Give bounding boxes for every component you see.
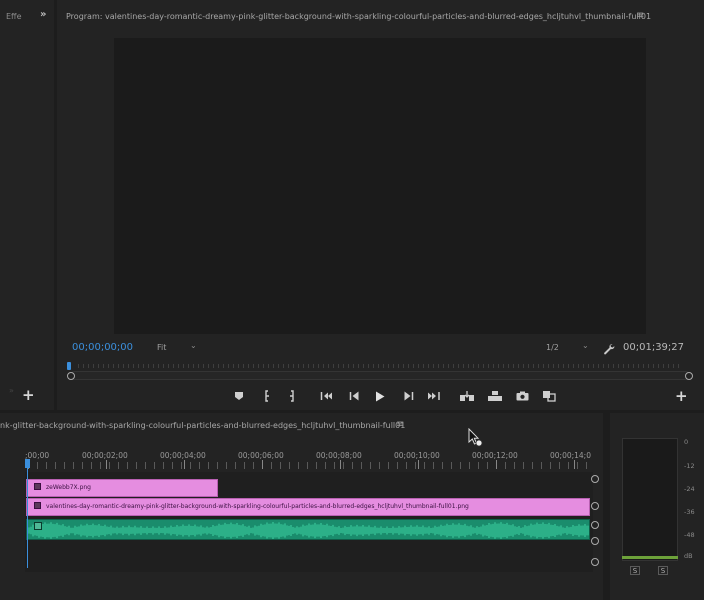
chevron-down-icon[interactable]: ⌄ — [582, 341, 589, 350]
audio-level-bar — [622, 556, 678, 559]
wrench-icon[interactable] — [603, 340, 615, 355]
audio-waveform — [27, 522, 589, 539]
db-label: -36 — [684, 508, 695, 516]
video-clip-v2[interactable]: zeWebb7X.png — [26, 479, 218, 497]
scrollbar-end-handle[interactable] — [591, 558, 599, 566]
ruler-label: 00;00;04;00 — [160, 451, 206, 460]
ruler-label: 00;00;08;00 — [316, 451, 362, 460]
add-button[interactable]: + — [675, 389, 688, 404]
clip-name: zeWebb7X.png — [46, 484, 91, 491]
effects-tab[interactable]: Effe — [6, 12, 22, 21]
go-to-in-icon[interactable] — [320, 390, 334, 402]
track-height-handle[interactable] — [591, 502, 599, 510]
track-height-handle[interactable] — [591, 521, 599, 529]
export-frame-icon[interactable] — [515, 390, 529, 402]
more-panels-icon[interactable]: » — [40, 9, 46, 20]
play-icon[interactable] — [374, 390, 386, 402]
zoom-select[interactable]: Fit — [157, 343, 166, 352]
sequence-tab[interactable]: nk-glitter-background-with-sparkling-col… — [0, 421, 405, 430]
add-button-left[interactable]: + — [22, 388, 35, 403]
zoom-scrollbar[interactable] — [70, 371, 690, 380]
db-label: -48 — [684, 531, 695, 539]
ruler-label: 00;00;14;0 — [550, 451, 591, 460]
collapsed-panel-icon: » — [9, 386, 14, 395]
program-menu-icon[interactable]: ≡ — [636, 10, 644, 21]
program-monitor-title[interactable]: Program: valentines-day-romantic-dreamy-… — [66, 12, 651, 21]
ruler-label: 00;00;10;00 — [394, 451, 440, 460]
track-height-handle[interactable] — [591, 475, 599, 483]
overwrite-icon[interactable] — [487, 390, 503, 402]
effects-panel — [0, 0, 54, 410]
db-label: 0 — [684, 438, 689, 446]
step-back-icon[interactable] — [348, 390, 360, 402]
audio-fx-icon — [34, 522, 42, 530]
solo-button[interactable]: S — [658, 566, 668, 575]
mark-in-icon[interactable] — [262, 390, 272, 402]
comparison-view-icon[interactable] — [542, 390, 556, 402]
waveform-path — [27, 522, 589, 539]
db-unit-label: dB — [684, 552, 693, 560]
scrollbar-start-handle[interactable] — [67, 372, 75, 380]
insert-icon[interactable] — [459, 390, 475, 402]
ruler-label: 00;00;02;00 — [82, 451, 128, 460]
fx-badge-icon — [34, 502, 41, 509]
timeline-ruler-major-ticks — [28, 460, 588, 469]
step-forward-icon[interactable] — [402, 390, 414, 402]
mark-out-icon[interactable] — [287, 390, 297, 402]
scrub-ruler[interactable] — [78, 364, 683, 368]
audio-clip-a1[interactable] — [26, 519, 590, 540]
program-playhead[interactable] — [67, 362, 71, 370]
ruler-label: 00;00;06;00 — [238, 451, 284, 460]
chevron-down-icon[interactable]: ⌄ — [190, 341, 197, 350]
track-height-handle[interactable] — [591, 537, 599, 545]
mouse-cursor-icon — [468, 427, 484, 448]
db-label: -12 — [684, 462, 695, 470]
solo-button[interactable]: S — [630, 566, 640, 575]
timeline-playhead-head[interactable] — [25, 459, 30, 468]
timeline-playhead-line — [27, 468, 28, 568]
db-label: -24 — [684, 485, 695, 493]
fx-badge-icon — [34, 483, 41, 490]
duration-timecode: 00;01;39;27 — [623, 342, 685, 353]
clip-name: valentines-day-romantic-dreamy-pink-glit… — [46, 503, 469, 510]
playhead-timecode[interactable]: 00;00;00;00 — [72, 342, 133, 353]
playback-resolution-select[interactable]: 1/2 — [546, 343, 559, 352]
marker-icon[interactable] — [233, 390, 245, 402]
ruler-label: 00;00;12;00 — [472, 451, 518, 460]
go-to-out-icon[interactable] — [427, 390, 441, 402]
video-clip-v1[interactable]: valentines-day-romantic-dreamy-pink-glit… — [26, 498, 590, 516]
audio-meter — [622, 438, 678, 561]
scrollbar-end-handle[interactable] — [685, 372, 693, 380]
program-viewer — [114, 38, 646, 334]
timeline-menu-icon[interactable]: ≡ — [396, 419, 404, 430]
